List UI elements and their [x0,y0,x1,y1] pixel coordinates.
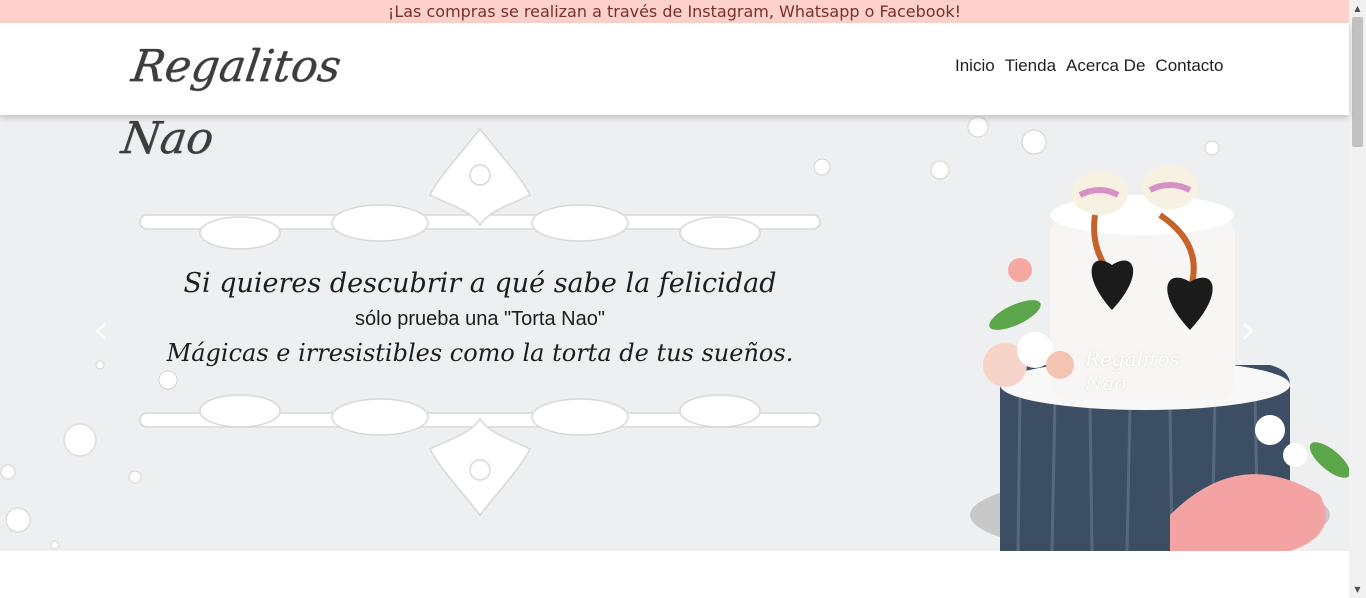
nav-tienda[interactable]: Tienda [1005,54,1056,78]
hero-quote-line1: Si quieres descubrir a qué sabe la felic… [183,268,777,299]
scroll-thumb[interactable] [1352,17,1363,147]
nav-acerca-de[interactable]: Acerca De [1066,54,1145,78]
site-logo[interactable]: Regalitos Nao [118,31,387,164]
site-header: Regalitos Nao Inicio Tienda Acerca De Co… [0,23,1349,164]
slider-next-button[interactable]: › [1233,305,1263,355]
cake-brand-text: Regalitos Nao [1085,347,1180,395]
announcement-text: ¡Las compras se realizan a través de Ins… [387,2,962,21]
announcement-bar: ¡Las compras se realizan a través de Ins… [0,0,1349,23]
scroll-up-arrow-icon[interactable]: ▲ [1349,0,1366,17]
hero-slider: Si quieres descubrir a qué sabe la felic… [0,115,1349,551]
page-scrollbar[interactable]: ▲ ▼ [1349,0,1366,598]
scroll-down-arrow-icon[interactable]: ▼ [1349,581,1366,598]
chevron-left-icon: ‹ [93,307,109,353]
slider-prev-button[interactable]: ‹ [86,305,116,355]
main-nav: Inicio Tienda Acerca De Contacto [955,54,1223,78]
nav-inicio[interactable]: Inicio [955,54,995,78]
chevron-right-icon: › [1240,307,1256,353]
hero-quote-line2: sólo prueba una "Torta Nao" [355,308,605,330]
hero-quote: Si quieres descubrir a qué sabe la felic… [140,265,820,371]
hero-quote-line3: Mágicas e irresistibles como la torta de… [166,339,794,367]
nav-contacto[interactable]: Contacto [1155,54,1223,78]
